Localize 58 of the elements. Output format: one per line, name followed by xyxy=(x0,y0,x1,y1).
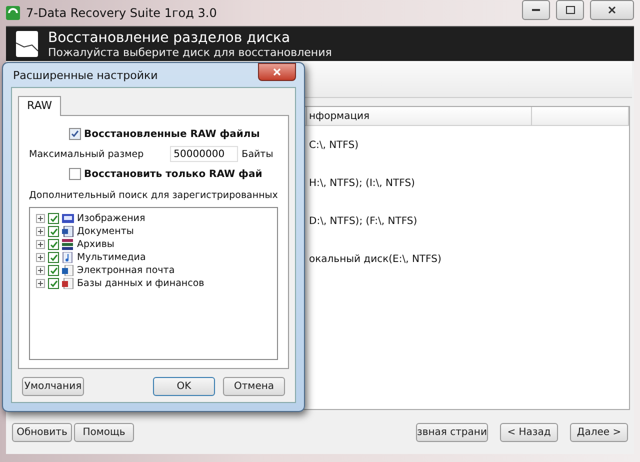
table-cell-text: H:\, NTFS); (I:\, NTFS) xyxy=(308,176,416,190)
section-label: Дополнительный поиск для зарегистрированных xyxy=(29,190,278,201)
footer-button[interactable]: Помощь xyxy=(74,422,134,442)
checkbox[interactable] xyxy=(48,239,59,250)
expand-icon[interactable] xyxy=(36,266,45,275)
checkbox[interactable] xyxy=(69,128,81,140)
tab[interactable]: RAW xyxy=(18,96,61,116)
dialog-button[interactable]: OK xyxy=(153,377,215,396)
footer-button[interactable]: Обновить xyxy=(12,422,72,442)
tree-item[interactable]: Электронная почта xyxy=(77,265,175,276)
expand-icon[interactable] xyxy=(36,227,45,236)
expand-icon[interactable] xyxy=(36,240,45,249)
checkbox[interactable] xyxy=(48,252,59,263)
checkbox[interactable] xyxy=(48,278,59,289)
app-icon xyxy=(6,6,20,20)
unit-label: Байты xyxy=(242,148,274,160)
tree-item[interactable]: Базы данных и финансов xyxy=(77,278,204,289)
checkbox-label: Восстановленные RAW файлы xyxy=(84,128,260,140)
table-cell-text: C:\, NTFS) xyxy=(308,138,360,152)
field-label: Максимальный размер xyxy=(29,148,144,160)
tree-item[interactable]: Мультимедиа xyxy=(77,252,146,263)
size-field[interactable]: 50000000 xyxy=(170,146,238,162)
document-icon xyxy=(62,278,74,289)
column-header[interactable]: нформация xyxy=(307,107,532,126)
close-icon xyxy=(608,6,616,14)
document-icon xyxy=(62,226,74,237)
maximize-button[interactable] xyxy=(556,0,584,20)
close-button[interactable] xyxy=(258,63,296,81)
checkbox[interactable] xyxy=(48,213,59,224)
picture-icon xyxy=(62,213,74,224)
books-icon xyxy=(62,239,74,250)
checkbox-label: Восстановить только RAW фай xyxy=(84,168,262,180)
expand-icon[interactable] xyxy=(36,279,45,288)
minimize-icon xyxy=(532,8,540,12)
expand-icon[interactable] xyxy=(36,214,45,223)
tree-item[interactable]: Архивы xyxy=(77,239,114,250)
checkbox[interactable] xyxy=(69,168,81,180)
close-icon xyxy=(273,68,281,76)
header-subtitle: Пожалуйста выберите диск для восстановления xyxy=(48,46,332,58)
footer-button[interactable]: звная страни xyxy=(416,422,488,442)
dialog-button[interactable]: Отмена xyxy=(223,377,285,396)
expand-icon[interactable] xyxy=(36,253,45,262)
window-title: 7-Data Recovery Suite 1год 3.0 xyxy=(26,6,218,20)
minimize-button[interactable] xyxy=(522,0,550,20)
maximize-icon xyxy=(566,6,574,14)
table-cell-text: окальный диск(E:\, NTFS) xyxy=(308,252,442,266)
table-cell-text: D:\, NTFS); (F:\, NTFS) xyxy=(308,214,418,228)
footer-button[interactable]: < Назад xyxy=(500,422,558,442)
footer-button[interactable]: Далее > xyxy=(570,422,628,442)
dialog-button[interactable]: Умолчания xyxy=(22,377,84,396)
document-icon xyxy=(62,265,74,276)
tree-item[interactable]: Документы xyxy=(77,226,134,237)
checkbox[interactable] xyxy=(48,226,59,237)
dialog-title: Расширенные настройки xyxy=(12,68,159,82)
header-title: Восстановление разделов диска xyxy=(48,30,292,46)
tree-item[interactable]: Изображения xyxy=(77,213,146,224)
music-note-icon xyxy=(62,252,74,263)
checkbox[interactable] xyxy=(48,265,59,276)
